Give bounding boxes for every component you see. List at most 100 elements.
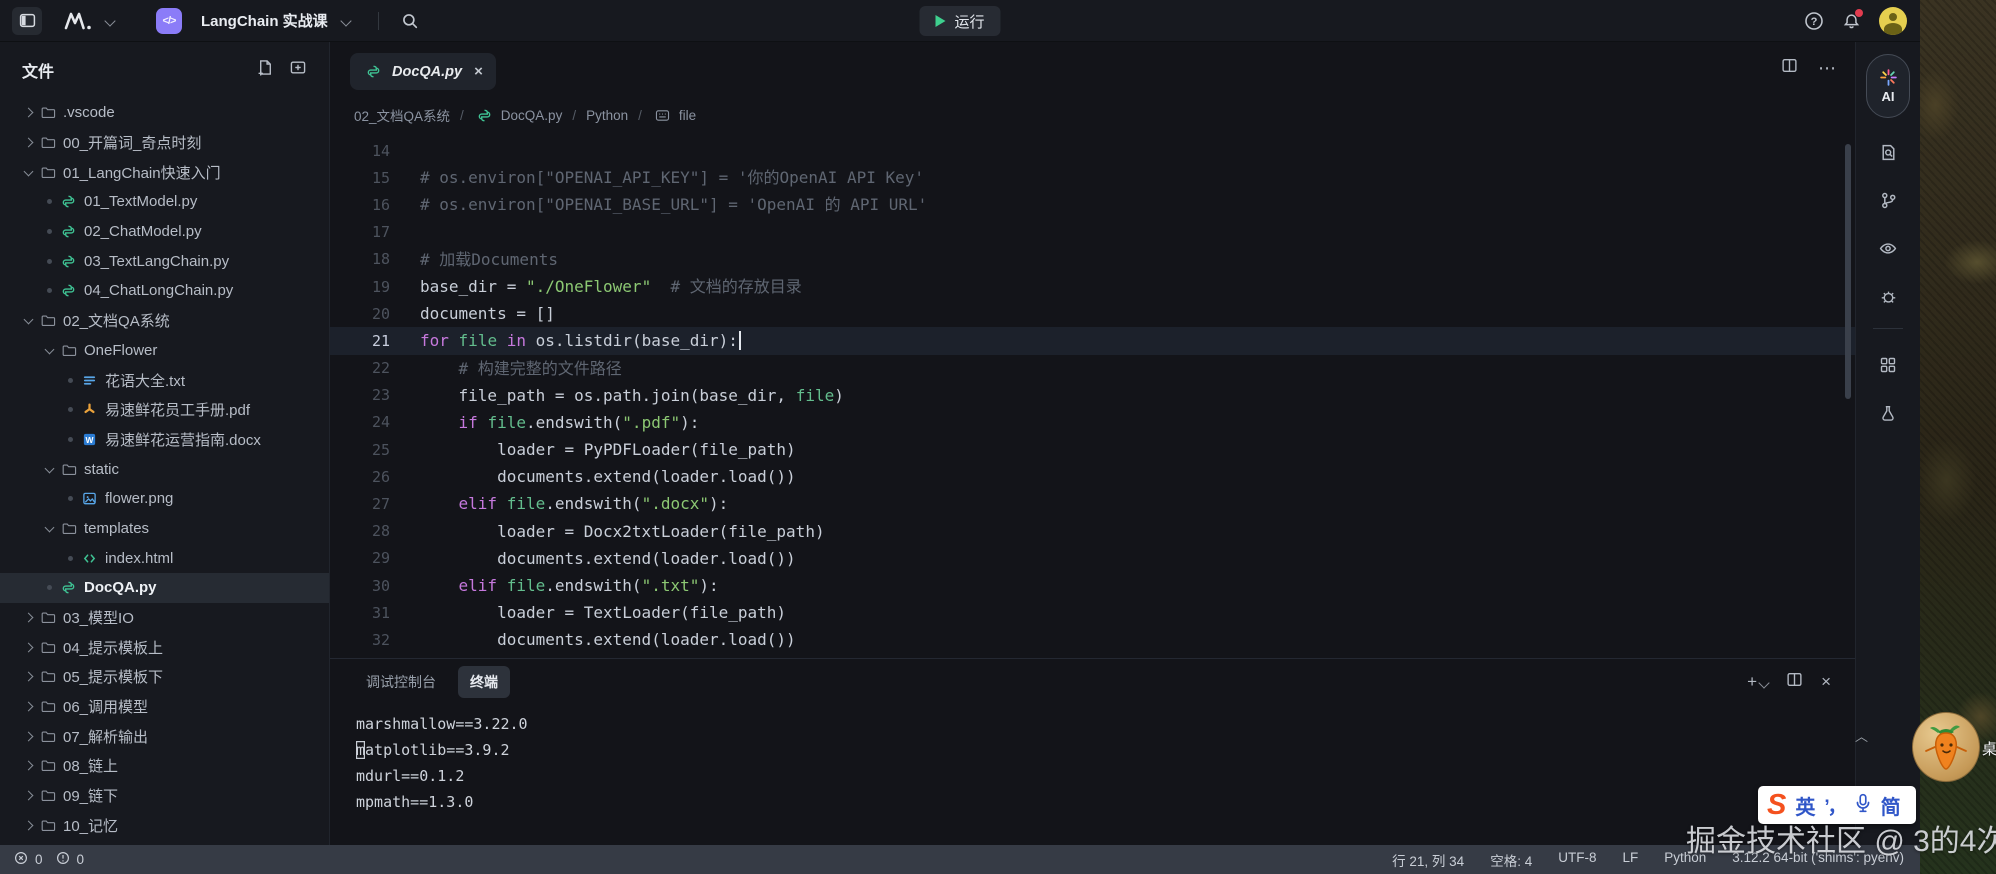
breadcrumb-item[interactable]: DocQA.py — [474, 108, 563, 123]
chevron-right-icon[interactable] — [24, 791, 34, 801]
tree-item-file[interactable]: 04_ChatLongChain.py — [0, 276, 329, 306]
code-line[interactable]: 21for file in os.listdir(base_dir): — [330, 327, 1855, 354]
activity-eye-icon[interactable] — [1867, 226, 1909, 270]
help-icon[interactable]: ? — [1804, 11, 1824, 31]
more-actions-icon[interactable]: ⋯ — [1818, 58, 1837, 79]
tree-item-folder[interactable]: static — [0, 454, 329, 484]
tree-item-folder[interactable]: 03_模型IO — [0, 603, 329, 633]
activity-flask-icon[interactable] — [1867, 391, 1909, 435]
terminal-output[interactable]: marshmallow==3.22.0matplotlib==3.9.2mdur… — [330, 705, 1855, 815]
code-line[interactable]: 22 # 构建完整的文件路径 — [330, 355, 1855, 382]
activity-file-search-icon[interactable] — [1867, 130, 1909, 174]
microphone-icon[interactable] — [1854, 793, 1872, 818]
chevron-down-icon[interactable] — [45, 523, 55, 533]
tree-item-folder[interactable]: 05_提示模板下 — [0, 662, 329, 692]
code-line[interactable]: 28 loader = Docx2txtLoader(file_path) — [330, 518, 1855, 545]
code-line[interactable]: 20documents = [] — [330, 300, 1855, 327]
status-item[interactable]: UTF-8 — [1558, 850, 1596, 870]
status-item[interactable]: LF — [1622, 850, 1638, 870]
errors-icon[interactable] — [14, 851, 28, 868]
tree-item-folder[interactable]: .vscode — [0, 98, 329, 128]
project-name[interactable]: LangChain 实战课 — [201, 10, 328, 31]
search-icon[interactable] — [401, 12, 419, 30]
notification-bell-icon[interactable] — [1842, 12, 1861, 31]
warnings-icon[interactable] — [56, 851, 70, 868]
chevron-down-icon[interactable] — [45, 463, 55, 473]
code-line[interactable]: 14 — [330, 137, 1855, 164]
sidebar-toggle-button[interactable] — [12, 7, 42, 35]
tree-item-folder[interactable]: 01_LangChain快速入门 — [0, 157, 329, 187]
breadcrumb-item[interactable]: file — [652, 108, 696, 123]
tree-item-folder[interactable]: templates — [0, 514, 329, 544]
breadcrumb-item[interactable]: Python — [586, 108, 628, 123]
tree-item-file[interactable]: 易速鲜花员工手册.pdf — [0, 395, 329, 425]
split-editor-icon[interactable] — [1781, 57, 1798, 79]
chevron-right-icon[interactable] — [24, 613, 34, 623]
chevron-down-icon[interactable] — [24, 315, 34, 325]
tree-item-file[interactable]: DocQA.py — [0, 573, 329, 603]
chevron-down-icon[interactable] — [1758, 677, 1769, 688]
code-line[interactable]: 24 if file.endswith(".pdf"): — [330, 409, 1855, 436]
status-item[interactable]: 行 21, 列 34 — [1392, 850, 1464, 870]
code-line[interactable]: 18# 加载Documents — [330, 246, 1855, 273]
editor-scrollbar[interactable] — [1845, 144, 1851, 399]
chevron-right-icon[interactable] — [24, 138, 34, 148]
code-line[interactable]: 27 elif file.endswith(".docx"): — [330, 490, 1855, 517]
panel-tab-active[interactable]: 终端 — [458, 666, 510, 698]
chevron-down-icon[interactable] — [340, 15, 351, 26]
new-folder-icon[interactable] — [289, 59, 307, 81]
code-line[interactable]: 25 loader = PyPDFLoader(file_path) — [330, 436, 1855, 463]
tree-item-folder[interactable]: 06_调用模型 — [0, 692, 329, 722]
tree-item-folder[interactable]: 09_链下 — [0, 781, 329, 811]
code-line[interactable]: 23 file_path = os.path.join(base_dir, fi… — [330, 382, 1855, 409]
code-line[interactable]: 16# os.environ["OPENAI_BASE_URL"] = 'Ope… — [330, 191, 1855, 218]
breadcrumb-item[interactable]: 02_文档QA系统 — [354, 105, 450, 125]
activity-git-branch-icon[interactable] — [1867, 178, 1909, 222]
code-line[interactable]: 32 documents.extend(loader.load()) — [330, 626, 1855, 653]
tree-item-folder[interactable]: 04_提示模板上 — [0, 632, 329, 662]
tree-item-folder[interactable]: 02_文档QA系统 — [0, 306, 329, 336]
close-tab-icon[interactable]: × — [474, 63, 483, 80]
code-line[interactable]: 17 — [330, 219, 1855, 246]
close-panel-icon[interactable]: × — [1821, 672, 1831, 692]
chevron-down-icon[interactable] — [45, 344, 55, 354]
code-line[interactable]: 19base_dir = "./OneFlower" # 文档的存放目录 — [330, 273, 1855, 300]
code-line[interactable]: 26 documents.extend(loader.load()) — [330, 463, 1855, 490]
status-item[interactable]: 空格: 4 — [1490, 850, 1532, 870]
tree-item-folder[interactable]: 10_记忆 — [0, 811, 329, 841]
chevron-right-icon[interactable] — [24, 731, 34, 741]
tree-item-folder[interactable]: OneFlower — [0, 336, 329, 366]
tree-item-file[interactable]: 03_TextLangChain.py — [0, 246, 329, 276]
chevron-right-icon[interactable] — [24, 672, 34, 682]
activity-bug-icon[interactable] — [1867, 274, 1909, 318]
activity-ai-icon[interactable]: AI — [1866, 54, 1910, 118]
ime-punctuation-indicator[interactable]: ’， — [1824, 792, 1844, 819]
split-panel-icon[interactable] — [1786, 671, 1803, 693]
code-line[interactable]: 29 documents.extend(loader.load()) — [330, 545, 1855, 572]
tree-item-file[interactable]: W易速鲜花运营指南.docx — [0, 425, 329, 455]
tree-item-file[interactable]: index.html — [0, 543, 329, 573]
panel-tab-inactive[interactable]: 调试控制台 — [354, 666, 448, 698]
tree-item-file[interactable]: 01_TextModel.py — [0, 187, 329, 217]
chevron-right-icon[interactable] — [24, 702, 34, 712]
tree-item-folder[interactable]: 00_开篇词_奇点时刻 — [0, 128, 329, 158]
tree-item-folder[interactable]: 07_解析输出 — [0, 721, 329, 751]
chevron-down-icon[interactable] — [104, 15, 115, 26]
code-area[interactable]: 1415# os.environ["OPENAI_API_KEY"] = '你的… — [330, 132, 1855, 658]
tree-item-file[interactable]: 02_ChatModel.py — [0, 217, 329, 247]
ime-collapse-icon[interactable]: ︿ — [1855, 726, 1868, 745]
activity-grid-icon[interactable] — [1867, 343, 1909, 387]
chevron-right-icon[interactable] — [24, 820, 34, 830]
new-file-icon[interactable] — [257, 59, 274, 81]
tree-item-file[interactable]: 花语大全.txt — [0, 365, 329, 395]
code-line[interactable]: 30 elif file.endswith(".txt"): — [330, 572, 1855, 599]
chevron-right-icon[interactable] — [24, 642, 34, 652]
avatar[interactable] — [1879, 7, 1907, 35]
chevron-right-icon[interactable] — [24, 761, 34, 771]
errors-count[interactable]: 0 — [35, 852, 43, 867]
app-logo-icon[interactable] — [62, 10, 92, 32]
tree-item-folder[interactable]: 08_链上 — [0, 751, 329, 781]
new-terminal-button[interactable]: + — [1747, 672, 1768, 692]
code-line[interactable]: 31 loader = TextLoader(file_path) — [330, 599, 1855, 626]
run-button[interactable]: 运行 — [919, 6, 1000, 36]
